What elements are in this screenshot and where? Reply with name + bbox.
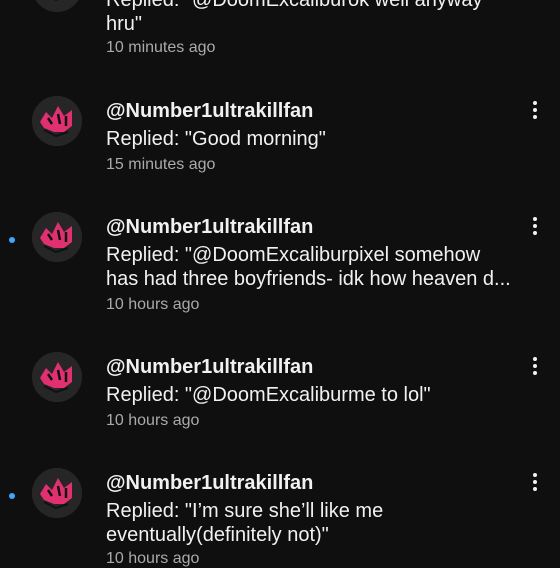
reply-text-line: eventually(definitely not)" <box>106 524 329 546</box>
notification-feed: Replied: "@DoomExcaliburok well anyway h… <box>0 0 560 567</box>
timestamp: 15 minutes ago <box>106 156 216 173</box>
reply-text-line: Replied: "I’m sure she’ll like me <box>106 500 384 522</box>
reply-text-line: Replied: "Good morning" <box>106 128 326 150</box>
reply-text-line: has had three boyfriends- idk how heaven… <box>106 268 511 290</box>
reply-text-line: Replied: "@DoomExcaliburok well anyway <box>106 0 483 11</box>
more-vert-icon[interactable] <box>524 98 546 122</box>
avatar[interactable] <box>32 96 82 146</box>
reply-text-line: Replied: "@DoomExcaliburme to lol" <box>106 384 431 406</box>
avatar[interactable] <box>32 0 82 12</box>
unread-dot-icon <box>9 237 15 243</box>
reply-text: Replied: "@DoomExcaliburpixel somehow ha… <box>106 243 516 291</box>
reply-text: Replied: "@DoomExcaliburme to lol" <box>106 383 516 407</box>
avatar[interactable] <box>32 212 82 262</box>
more-vert-icon[interactable] <box>524 354 546 378</box>
reply-text: Replied: "Good morning" <box>106 127 516 151</box>
channel-handle[interactable]: @Number1ultrakillfan <box>106 472 313 495</box>
channel-handle[interactable]: @Number1ultrakillfan <box>106 100 313 123</box>
avatar[interactable] <box>32 352 82 402</box>
more-vert-icon[interactable] <box>524 214 546 238</box>
reply-text-line: Replied: "@DoomExcaliburpixel somehow <box>106 244 481 266</box>
timestamp: 10 minutes ago <box>106 39 216 56</box>
reply-text: Replied: "I’m sure she’ll like me eventu… <box>106 499 516 547</box>
avatar[interactable] <box>32 468 82 518</box>
timestamp: 10 hours ago <box>106 296 200 313</box>
channel-handle[interactable]: @Number1ultrakillfan <box>106 216 313 239</box>
more-vert-icon[interactable] <box>524 470 546 494</box>
channel-handle[interactable]: @Number1ultrakillfan <box>106 356 313 379</box>
timestamp: 10 hours ago <box>106 550 200 567</box>
reply-text-line: hru" <box>106 13 143 35</box>
timestamp: 10 hours ago <box>106 412 200 429</box>
unread-dot-icon <box>9 493 15 499</box>
reply-text: Replied: "@DoomExcaliburok well anyway h… <box>106 0 516 36</box>
